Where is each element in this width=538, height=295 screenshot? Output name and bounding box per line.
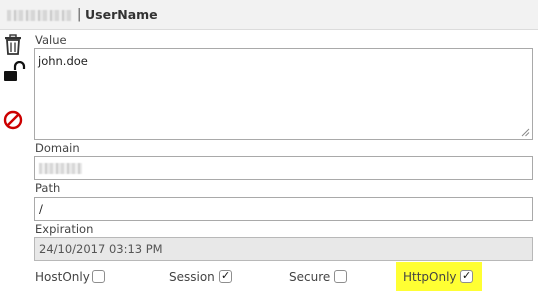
- cookie-header: | UserName: [0, 0, 538, 30]
- unlocked-padlock-icon[interactable]: [3, 61, 26, 83]
- hostonly-label: HostOnly: [35, 270, 90, 284]
- expiration-label: Expiration: [35, 222, 94, 236]
- trash-icon[interactable]: [3, 34, 23, 56]
- redacted-domain-value: [39, 163, 82, 174]
- domain-label: Domain: [35, 141, 80, 155]
- session-label: Session: [169, 270, 215, 284]
- value-text: john.doe: [38, 54, 88, 68]
- hostonly-checkbox[interactable]: [92, 270, 105, 283]
- cookie-name: UserName: [85, 7, 158, 22]
- redacted-domain: [7, 10, 71, 21]
- expiration-input: 24/10/2017 03:13 PM: [34, 237, 533, 261]
- path-value: /: [39, 202, 43, 216]
- header-separator: |: [77, 7, 82, 22]
- resize-grip-icon[interactable]: [521, 128, 530, 137]
- value-label: Value: [35, 33, 67, 47]
- secure-label: Secure: [289, 270, 331, 284]
- secure-checkbox[interactable]: [334, 270, 347, 283]
- no-entry-icon[interactable]: [3, 110, 23, 132]
- session-checkbox[interactable]: ✓: [219, 269, 232, 283]
- httponly-checkbox[interactable]: ✓: [460, 269, 473, 283]
- check-mark-icon: ✓: [462, 269, 472, 282]
- path-input[interactable]: /: [34, 197, 533, 221]
- value-textarea[interactable]: john.doe: [34, 48, 533, 140]
- path-label: Path: [35, 181, 61, 195]
- domain-input[interactable]: [34, 156, 533, 180]
- check-mark-icon: ✓: [221, 269, 231, 282]
- expiration-value: 24/10/2017 03:13 PM: [39, 242, 163, 256]
- httponly-label: HttpOnly: [403, 270, 457, 284]
